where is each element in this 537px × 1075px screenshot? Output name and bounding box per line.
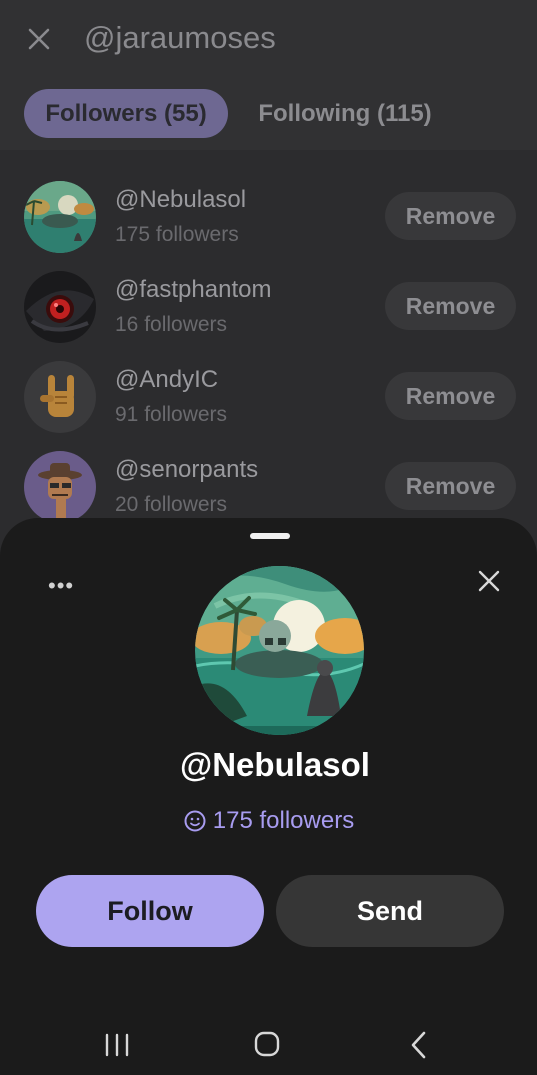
avatar[interactable] [24, 181, 96, 253]
follow-button[interactable]: Follow [36, 875, 264, 947]
profile-followers[interactable]: 175 followers [0, 807, 537, 835]
avatar[interactable] [24, 271, 96, 343]
username[interactable]: @senorpants [115, 456, 258, 484]
nebula-art-icon [24, 181, 96, 253]
cowboy-avatar-icon [24, 451, 96, 523]
profile-username: @Nebulasol [180, 746, 370, 783]
profile-follower-count: 175 followers [212, 807, 355, 834]
avatar[interactable] [24, 361, 96, 433]
close-icon[interactable] [26, 26, 52, 52]
close-icon[interactable] [477, 569, 501, 593]
list-item[interactable]: @fastphantom 16 followers Remove [0, 270, 537, 360]
send-button[interactable]: Send [276, 875, 504, 947]
remove-button[interactable]: Remove [385, 192, 516, 240]
remove-button[interactable]: Remove [385, 282, 516, 330]
more-options-button[interactable]: ••• [48, 575, 74, 597]
follower-count: 175 followers [115, 223, 239, 246]
page-title: @jaraumoses [84, 20, 276, 55]
profile-sheet: ••• @Nebulasol 175 followers Follow Send [0, 518, 537, 1075]
follower-count: 16 followers [115, 313, 228, 336]
username[interactable]: @AndyIC [115, 366, 218, 394]
list-item[interactable]: @Nebulasol 175 followers Remove [0, 180, 537, 270]
profile-avatar [195, 566, 364, 735]
rock-hand-icon [24, 361, 96, 433]
username[interactable]: @Nebulasol [115, 186, 246, 214]
tab-followers[interactable]: Followers (55) [24, 89, 228, 138]
smiley-icon [184, 810, 206, 832]
remove-button[interactable]: Remove [385, 462, 516, 510]
red-eye-icon [24, 271, 96, 343]
recent-apps-icon[interactable] [104, 1033, 130, 1057]
drag-handle[interactable] [250, 533, 290, 539]
avatar[interactable] [24, 451, 96, 523]
tab-following[interactable]: Following (115) [240, 89, 450, 138]
home-icon[interactable] [254, 1031, 280, 1057]
follower-count: 91 followers [115, 403, 228, 426]
username[interactable]: @fastphantom [115, 276, 271, 304]
back-icon[interactable] [408, 1030, 428, 1060]
nebula-art-icon [195, 566, 364, 735]
remove-button[interactable]: Remove [385, 372, 516, 420]
follower-count: 20 followers [115, 493, 228, 516]
list-item[interactable]: @AndyIC 91 followers Remove [0, 360, 537, 450]
top-bar: @jaraumoses Followers (55) Following (11… [0, 0, 537, 150]
